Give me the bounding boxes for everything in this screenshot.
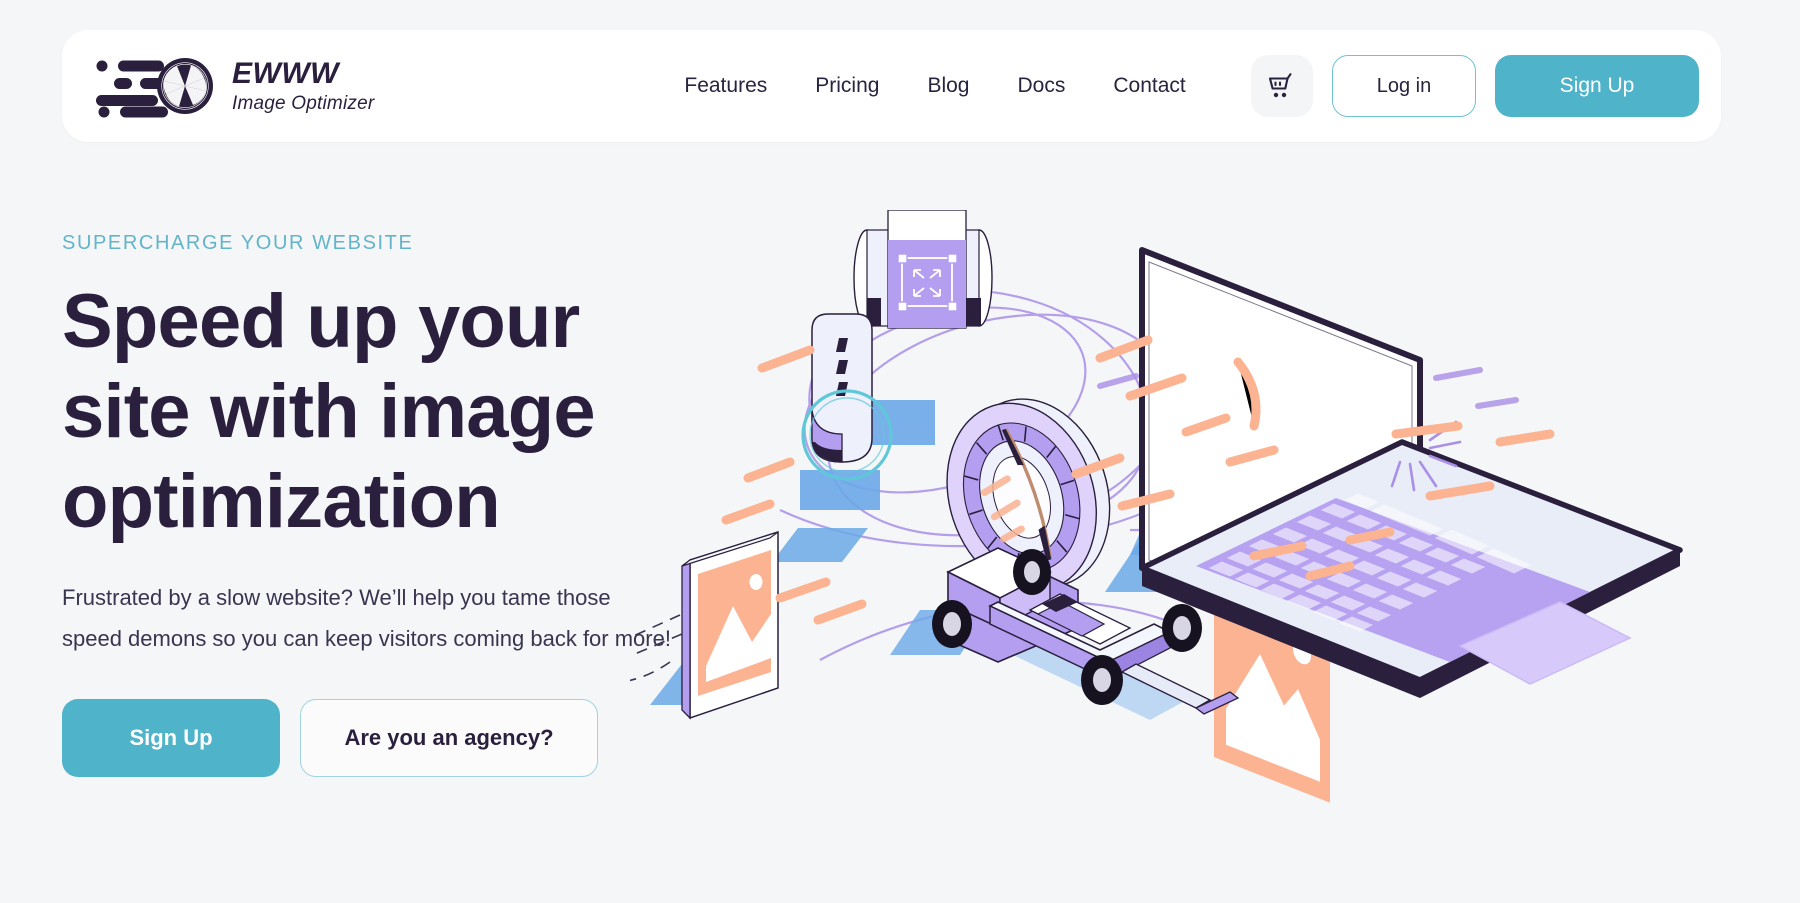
header-actions: Log in Sign Up xyxy=(1251,55,1699,117)
laptop-with-image-placeholder xyxy=(1139,247,1683,803)
brand-wordmark: EWWW Image Optimizer xyxy=(232,57,375,114)
motion-trail-dashes xyxy=(630,614,683,682)
camera-aperture-speed-icon xyxy=(96,58,213,118)
brand-name: EWWW xyxy=(232,57,339,90)
shopping-cart-icon xyxy=(1268,73,1292,98)
hero-title: Speed up your site with image optimizati… xyxy=(62,279,596,544)
login-button[interactable]: Log in xyxy=(1332,55,1476,117)
hero-agency-button[interactable]: Are you an agency? xyxy=(300,699,598,777)
nav-item-pricing[interactable]: Pricing xyxy=(815,74,879,98)
floating-photo-card xyxy=(630,530,779,720)
primary-nav: Features Pricing Blog Docs Contact xyxy=(684,74,1185,98)
hero-signup-button[interactable]: Sign Up xyxy=(62,699,280,777)
signup-button-header[interactable]: Sign Up xyxy=(1495,55,1699,117)
nav-item-blog[interactable]: Blog xyxy=(927,74,969,98)
nav-item-docs[interactable]: Docs xyxy=(1017,74,1065,98)
cart-button[interactable] xyxy=(1251,55,1313,117)
nav-item-features[interactable]: Features xyxy=(684,74,767,98)
hero-illustration xyxy=(630,210,1780,850)
film-canister-with-crop-handles xyxy=(853,210,993,329)
memory-card-device xyxy=(801,313,893,481)
nav-item-contact[interactable]: Contact xyxy=(1113,74,1185,98)
brand-logo[interactable]: EWWW Image Optimizer xyxy=(88,54,374,118)
hero-description: Frustrated by a slow website? We’ll help… xyxy=(62,585,671,651)
site-header: EWWW Image Optimizer Features Pricing Bl… xyxy=(62,30,1721,142)
isometric-image-optimization-illustration xyxy=(630,210,1683,803)
brand-subtitle: Image Optimizer xyxy=(232,93,375,114)
